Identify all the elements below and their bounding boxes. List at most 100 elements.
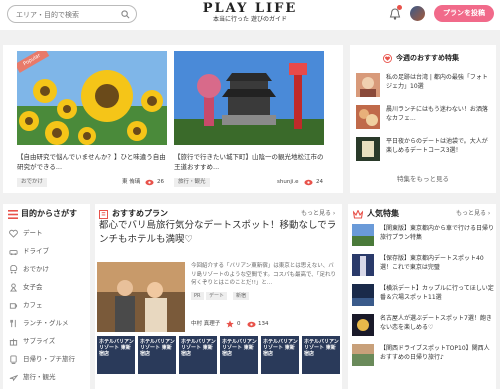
- search-box[interactable]: [7, 5, 137, 23]
- featured-title[interactable]: 【自由研究で悩んでいませんか？】ひと味違う自由研究ができる...: [17, 152, 167, 172]
- plan-more-link[interactable]: もっと見る ›: [301, 209, 335, 219]
- feature-text[interactable]: 【関西ドライブスポットTOP10】関西人おすすめの日帰り旅行♪: [380, 344, 494, 362]
- plan-description: 今回紹介する「バリアン東新宿」は東京とは思えない、バリ島リゾートのような空間です…: [191, 263, 336, 286]
- author-name[interactable]: 東 侑璃: [122, 178, 140, 187]
- purpose-label[interactable]: デート: [23, 226, 43, 241]
- featured-articles: Popular 【自由研究で悩んでいませんか？】ひと味違う自由研究ができる...…: [3, 45, 343, 193]
- feature-text[interactable]: 【保存版】東京都内デートスポット40選！これで東京は完璧: [380, 254, 494, 272]
- purpose-label[interactable]: ドライブ: [23, 244, 49, 259]
- logo[interactable]: PLAY LIFE 本当に行った 遊びのガイド: [200, 0, 300, 30]
- eye-icon: [304, 179, 313, 186]
- weekly-more-link[interactable]: 特集をもっと見る: [350, 173, 496, 183]
- feature-item[interactable]: 【関西ドライブスポットTOP10】関西人おすすめの日帰り旅行♪: [352, 344, 494, 372]
- weekly-item[interactable]: 私の足跡は台湾 | 都内の最強「フォトジェ力」10選: [356, 73, 492, 101]
- purpose-item-travel[interactable]: 旅行・観光: [9, 370, 89, 385]
- plan-image[interactable]: [97, 262, 185, 332]
- feature-thumbnail[interactable]: [352, 254, 374, 276]
- crown-icon: [353, 210, 363, 219]
- eye-icon: [145, 179, 154, 186]
- star-count: 0: [237, 321, 241, 327]
- weekly-recommend: 今週のおすすめ特集 私の足跡は台湾 | 都内の最強「フォトジェ力」10選 晨川ラ…: [350, 45, 496, 193]
- purpose-item-girls[interactable]: 女子会: [9, 280, 89, 295]
- plan-tag-date[interactable]: デート: [206, 292, 228, 300]
- feature-thumbnail[interactable]: [352, 314, 374, 336]
- purpose-label[interactable]: おでかけ: [23, 262, 49, 277]
- post-plan-button[interactable]: プランを投稿: [434, 5, 494, 22]
- plan-thumbnail[interactable]: ホテルバリアンリゾート 東新宿店: [97, 336, 135, 374]
- purpose-label[interactable]: 女子会: [23, 280, 43, 295]
- plan-thumbnail[interactable]: ホテルバリアンリゾート 東新宿店: [261, 336, 299, 374]
- feature-text[interactable]: 【関東版】東京都内から車で行ける日帰り旅行プラン特集: [380, 224, 494, 242]
- notification-badge: [397, 5, 402, 10]
- more-label[interactable]: もっと見る: [301, 210, 331, 217]
- plan-thumbnail[interactable]: ホテルバリアンリゾート 東新宿店: [302, 336, 340, 374]
- thumbnail-label: ホテルバリアンリゾート 東新宿店: [181, 339, 216, 357]
- train-icon: [10, 355, 17, 364]
- view-count: 26: [157, 179, 164, 185]
- feature-text[interactable]: 名古屋人が選ぶデートスポット7選！飽きない恋を楽しめる♡: [380, 314, 494, 332]
- user-avatar[interactable]: [410, 6, 425, 21]
- purpose-item-date[interactable]: デート: [9, 226, 89, 241]
- purpose-item-outing[interactable]: おでかけ: [9, 262, 89, 277]
- weekly-thumbnail[interactable]: [356, 137, 380, 161]
- weekly-item-text[interactable]: 私の足跡は台湾 | 都内の最強「フォトジェ力」10選: [386, 73, 492, 91]
- logo-subtitle: 本当に行った 遊びのガイド: [213, 16, 287, 23]
- view-count: 24: [316, 179, 323, 185]
- purpose-item-drive[interactable]: ドライブ: [9, 244, 89, 259]
- thumbnail-label: ホテルバリアンリゾート 東新宿店: [222, 339, 257, 357]
- plan-tag-pr[interactable]: PR: [191, 292, 204, 300]
- feature-item[interactable]: 名古屋人が選ぶデートスポット7選！飽きない恋を楽しめる♡: [352, 314, 494, 342]
- category-tag[interactable]: 旅行・観光: [174, 178, 210, 187]
- features-heading: 人気特集: [367, 209, 399, 218]
- purpose-label[interactable]: 日帰り・プチ旅行: [23, 352, 75, 367]
- plan-thumbnail[interactable]: ホテルバリアンリゾート 東新宿店: [179, 336, 217, 374]
- weekly-item[interactable]: 晨川ランチにはもう迷わない！お洒落なカフェ...: [356, 105, 492, 133]
- search-icon[interactable]: [121, 10, 130, 19]
- search-input[interactable]: [16, 9, 116, 21]
- heart-icon: [383, 54, 392, 63]
- weekly-thumbnail[interactable]: [356, 73, 380, 97]
- star-icon[interactable]: [226, 320, 234, 328]
- feature-thumbnail[interactable]: [352, 284, 374, 306]
- feature-item[interactable]: 【関東版】東京都内から車で行ける日帰り旅行プラン特集: [352, 224, 494, 252]
- purpose-label[interactable]: サプライズ: [23, 334, 55, 349]
- features-more-link[interactable]: もっと見る ›: [456, 209, 490, 219]
- plan-thumbnail[interactable]: ホテルバリアンリゾート 東新宿店: [220, 336, 258, 374]
- purpose-item-surprise[interactable]: サプライズ: [9, 334, 89, 349]
- purpose-label[interactable]: 旅行・観光: [23, 370, 56, 385]
- weekly-item[interactable]: 平日夜からのデートは池袋で。大人が楽しめるデートコース3選！: [356, 137, 492, 165]
- feature-text[interactable]: 【横浜デート】カップルに行ってほしい定番＆穴場スポット11選: [380, 284, 494, 302]
- stroller-icon: [10, 265, 18, 274]
- purpose-label[interactable]: カフェ: [23, 298, 43, 313]
- weekly-thumbnail[interactable]: [356, 105, 380, 129]
- feature-thumbnail[interactable]: [352, 344, 374, 366]
- purpose-item-daytrip[interactable]: 日帰り・プチ旅行: [9, 352, 89, 367]
- purpose-item-lunch[interactable]: ランチ・グルメ: [9, 316, 89, 331]
- menu-icon: [8, 210, 18, 219]
- purpose-heading: 目的からさがす: [21, 209, 77, 218]
- feature-thumbnail[interactable]: [352, 224, 374, 246]
- plan-thumbnail[interactable]: ホテルバリアンリゾート 東新宿店: [138, 336, 176, 374]
- purpose-label[interactable]: ランチ・グルメ: [23, 316, 69, 331]
- weekly-heading: 今週のおすすめ特集: [350, 51, 496, 65]
- category-tag[interactable]: おでかけ: [17, 178, 48, 187]
- car-icon: [9, 250, 18, 256]
- castle-image[interactable]: [174, 51, 324, 145]
- fork-icon: [10, 319, 16, 328]
- weekly-item-text[interactable]: 晨川ランチにはもう迷わない！お洒落なカフェ...: [386, 105, 492, 123]
- feature-item[interactable]: 【保存版】東京都内デートスポット40選！これで東京は完璧: [352, 254, 494, 282]
- weekly-item-text[interactable]: 平日夜からのデートは池袋で。大人が楽しめるデートコース3選！: [386, 137, 492, 155]
- popular-features: 人気特集 もっと見る › 【関東版】東京都内から車で行ける日帰り旅行プラン特集 …: [348, 204, 496, 389]
- thumbnail-label: ホテルバリアンリゾート 東新宿店: [99, 339, 134, 357]
- plan-tag-shinjuku[interactable]: 新宿: [233, 292, 250, 300]
- book-icon: [99, 210, 108, 219]
- thumbnail-label: ホテルバリアンリゾート 東新宿店: [140, 339, 175, 357]
- feature-item[interactable]: 【横浜デート】カップルに行ってほしい定番＆穴場スポット11選: [352, 284, 494, 312]
- plan-author[interactable]: 中村 真理子: [191, 320, 220, 328]
- purpose-item-cafe[interactable]: カフェ: [9, 298, 89, 313]
- author-name[interactable]: shunji.e: [277, 178, 299, 187]
- featured-title[interactable]: 【旅行で行きたい城下町】山陰一の観光地松江市の王道おすすめ...: [174, 152, 324, 172]
- sunflower-image[interactable]: Popular: [17, 51, 167, 145]
- more-label[interactable]: もっと見る: [456, 210, 486, 217]
- plan-title[interactable]: 都心でバリ島旅行気分なデートスポット！移動なしでランチもホテルも満喫♡: [99, 219, 339, 247]
